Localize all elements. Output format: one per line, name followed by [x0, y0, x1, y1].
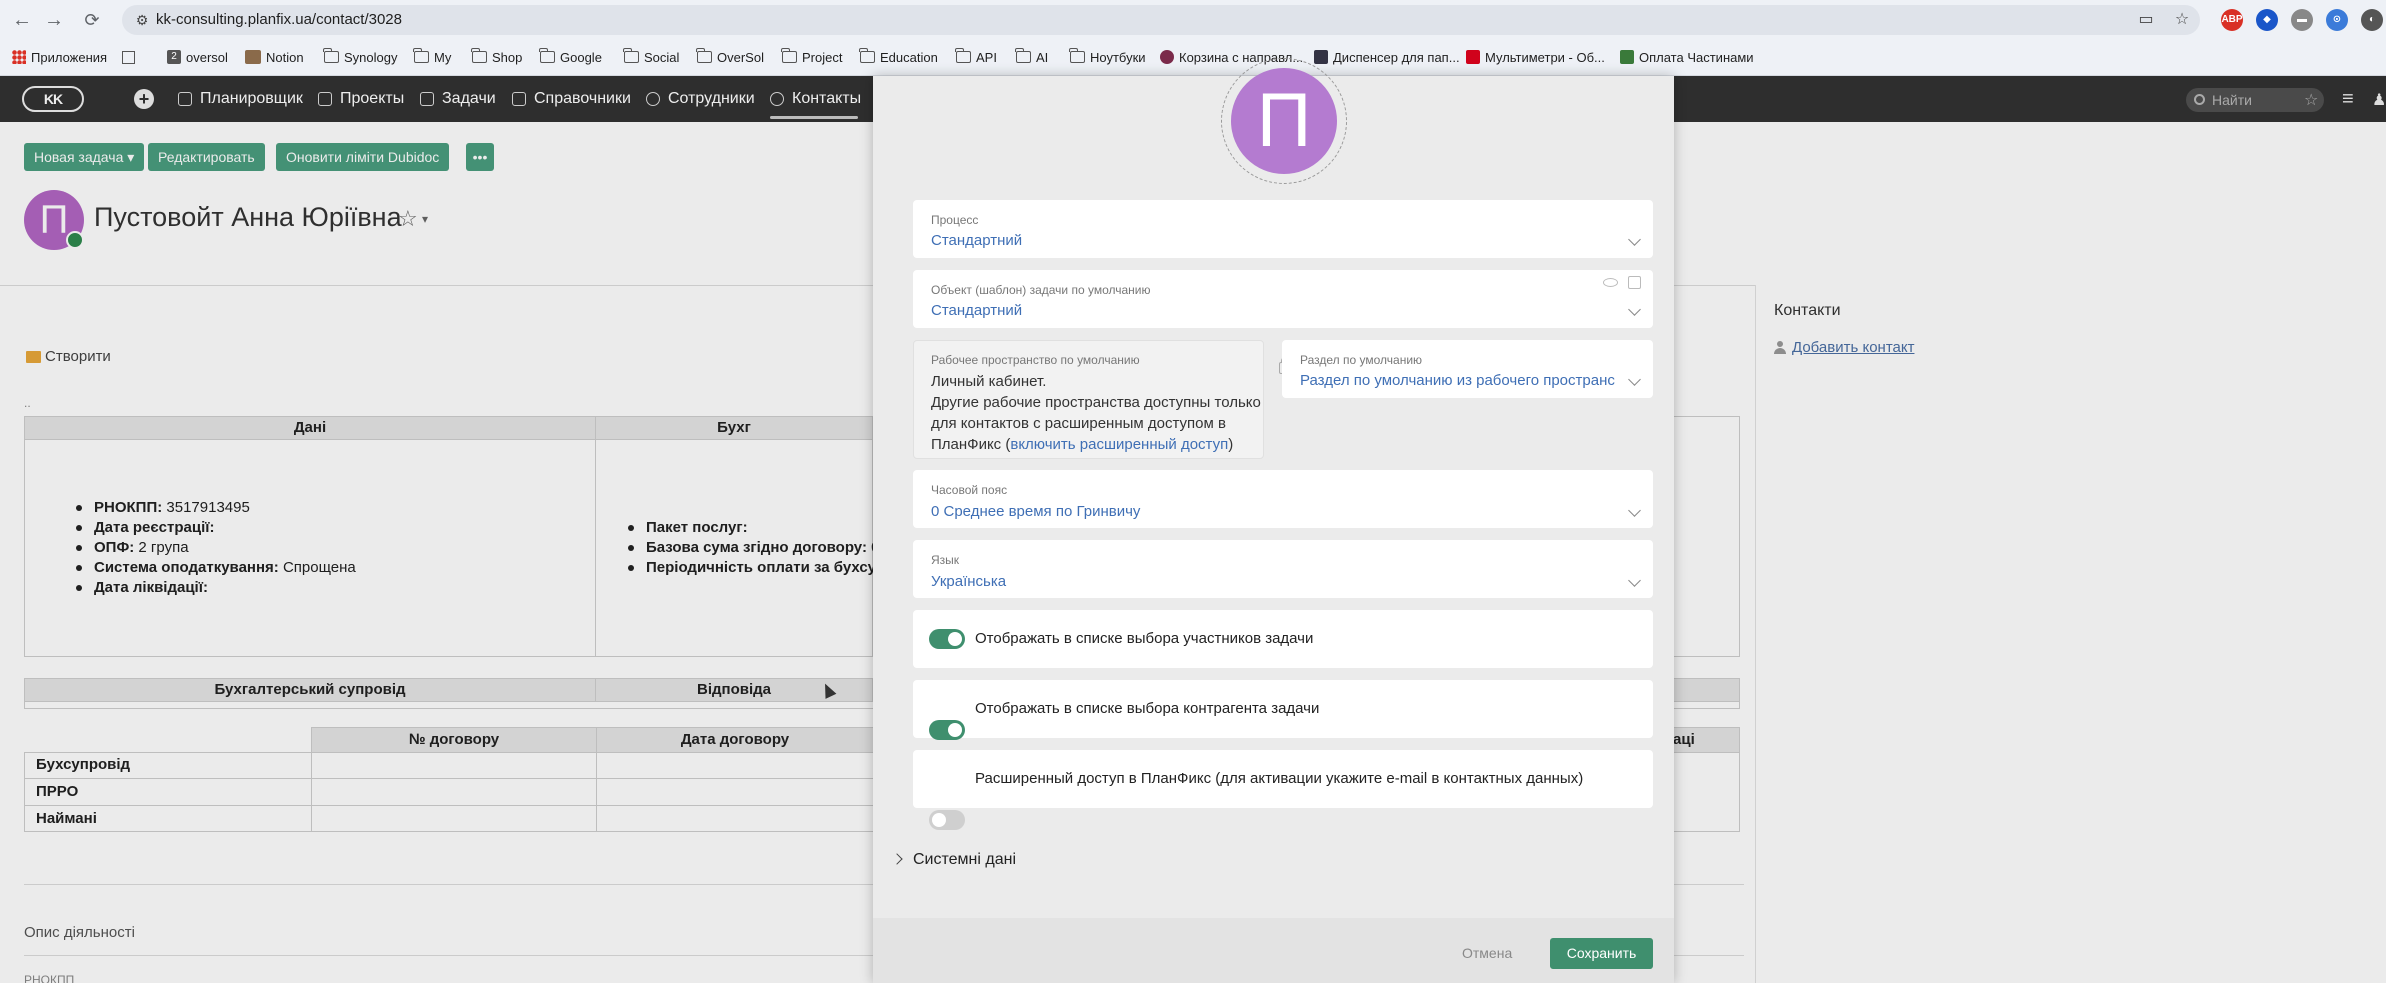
menu-planner[interactable]: Планировщик [178, 76, 303, 122]
language-value[interactable]: Українська [931, 573, 1006, 590]
bookmark-my[interactable]: My [413, 46, 451, 68]
bookmark-apps[interactable]: Приложения [12, 46, 107, 68]
bookmark-notebooks[interactable]: Ноутбуки [1069, 46, 1146, 68]
task-template-value[interactable]: Стандартний [931, 302, 1022, 319]
task-template-select[interactable] [913, 270, 1653, 328]
add-icon[interactable]: + [134, 89, 154, 109]
address-bar[interactable] [122, 5, 2200, 35]
user-icon[interactable]: ♟ [2372, 90, 2386, 110]
directories-icon [512, 92, 526, 106]
timezone-value[interactable]: 0 Среднее время по Гринвичу [931, 503, 1140, 520]
task-template-label: Объект (шаблон) задачи по умолчанию [931, 283, 1151, 297]
modal-avatar[interactable]: П [1231, 68, 1337, 174]
bookmark-education[interactable]: Education [859, 46, 938, 68]
back-button[interactable]: ← [10, 8, 34, 32]
toggle-label: Отображать в списке выбора контрагента з… [975, 700, 1320, 717]
bookmark-oversol-folder[interactable]: OverSol [696, 46, 764, 68]
active-tab-indicator [770, 116, 858, 119]
bookmark-grid[interactable] [122, 46, 135, 68]
bookmark-api[interactable]: API [955, 46, 997, 68]
folder-icon [1015, 48, 1031, 63]
search-icon [2194, 94, 2205, 105]
workspace-label: Рабочее пространство по умолчанию [931, 353, 1140, 367]
save-button[interactable]: Сохранить [1550, 938, 1653, 969]
bookmark-payment[interactable]: Оплата Частинами [1620, 46, 1754, 68]
forward-button[interactable]: → [42, 8, 66, 32]
site-icon [1160, 50, 1174, 64]
folder-icon [323, 48, 339, 63]
toggle-label: Расширенный доступ в ПланФикс (для актив… [975, 770, 1584, 787]
folder-icon [413, 48, 429, 63]
external-link-icon[interactable] [1628, 276, 1641, 289]
folder-icon [539, 48, 555, 63]
projects-icon [318, 92, 332, 106]
bookmark-multimeters[interactable]: Мультиметри - Об... [1466, 46, 1605, 68]
hamburger-menu-icon[interactable]: ≡ [2342, 88, 2354, 111]
folder-icon [781, 48, 797, 63]
number-badge-icon: 2 [167, 50, 181, 64]
reload-button[interactable]: ⟳ [80, 8, 104, 32]
address-url[interactable]: kk-consulting.planfix.ua/contact/3028 [156, 10, 402, 30]
extended-access-toggle[interactable] [929, 810, 965, 830]
folder-icon [696, 48, 712, 63]
grid-icon [122, 50, 135, 64]
extension-icon-2[interactable]: ⊙ [2326, 9, 2348, 31]
menu-employees[interactable]: Сотрудники [646, 76, 755, 122]
bookmark-project[interactable]: Project [781, 46, 842, 68]
folder-icon [955, 48, 971, 63]
menu-tasks[interactable]: Задачи [420, 76, 496, 122]
system-data-toggle[interactable]: Системні дані [913, 851, 1016, 869]
extension-icon[interactable]: ▬ [2291, 9, 2313, 31]
bookmark-google[interactable]: Google [539, 46, 602, 68]
extensions-puzzle-icon[interactable]: ◐ [2361, 9, 2383, 31]
employees-icon [646, 92, 660, 106]
language-label: Язык [931, 553, 960, 567]
bookmark-ai[interactable]: AI [1015, 46, 1048, 68]
planner-icon [178, 92, 192, 106]
show-in-counterparty-toggle[interactable] [929, 720, 965, 740]
menu-projects[interactable]: Проекты [318, 76, 404, 122]
process-label: Процесс [931, 213, 979, 227]
section-select[interactable] [1282, 340, 1653, 398]
show-in-participants-toggle[interactable] [929, 629, 965, 649]
shield-extension-icon[interactable]: ◆ [2256, 9, 2278, 31]
folder-icon [859, 48, 875, 63]
section-label: Раздел по умолчанию [1300, 353, 1423, 367]
toggle-label: Отображать в списке выбора участников за… [975, 630, 1314, 647]
apps-grid-icon [12, 50, 26, 64]
process-value[interactable]: Стандартний [931, 232, 1022, 249]
favorite-star-icon[interactable]: ☆ [2304, 90, 2318, 110]
bookmark-star-icon[interactable]: ☆ [2171, 9, 2193, 31]
folder-icon [623, 48, 639, 63]
eye-icon[interactable] [1603, 278, 1618, 287]
bookmark-oversol[interactable]: 2 oversol [167, 46, 228, 68]
section-value[interactable]: Раздел по умолчанию из рабочего простран… [1300, 372, 1622, 389]
bookmark-dispenser[interactable]: Диспенсер для пап... [1314, 46, 1460, 68]
folder-icon [1069, 48, 1085, 63]
timezone-label: Часовой пояс [931, 483, 1008, 497]
cancel-button[interactable]: Отмена [1462, 938, 1512, 968]
site-info-icon[interactable]: ⚙ [132, 10, 152, 30]
workspace-text: Личный кабинет. Другие рабочие пространс… [931, 373, 1261, 453]
language-select[interactable] [913, 540, 1653, 598]
notion-icon [245, 50, 261, 64]
site-icon [1314, 50, 1328, 64]
folder-icon [471, 48, 487, 63]
process-select[interactable] [913, 200, 1653, 258]
site-icon [1466, 50, 1480, 64]
bookmark-social[interactable]: Social [623, 46, 679, 68]
adblock-extension-icon[interactable]: ABP [2221, 9, 2243, 31]
bookmark-notion[interactable]: Notion [245, 46, 304, 68]
site-icon [1620, 50, 1634, 64]
menu-directories[interactable]: Справочники [512, 76, 631, 122]
tasks-icon [420, 92, 434, 106]
bookmark-shop[interactable]: Shop [471, 46, 522, 68]
bookmark-synology[interactable]: Synology [323, 46, 397, 68]
contacts-icon [770, 92, 784, 106]
install-icon[interactable]: ▭ [2135, 9, 2157, 31]
app-logo[interactable]: KK [22, 86, 84, 112]
enable-extended-access-link[interactable]: включить расширенный доступ [1010, 436, 1228, 453]
